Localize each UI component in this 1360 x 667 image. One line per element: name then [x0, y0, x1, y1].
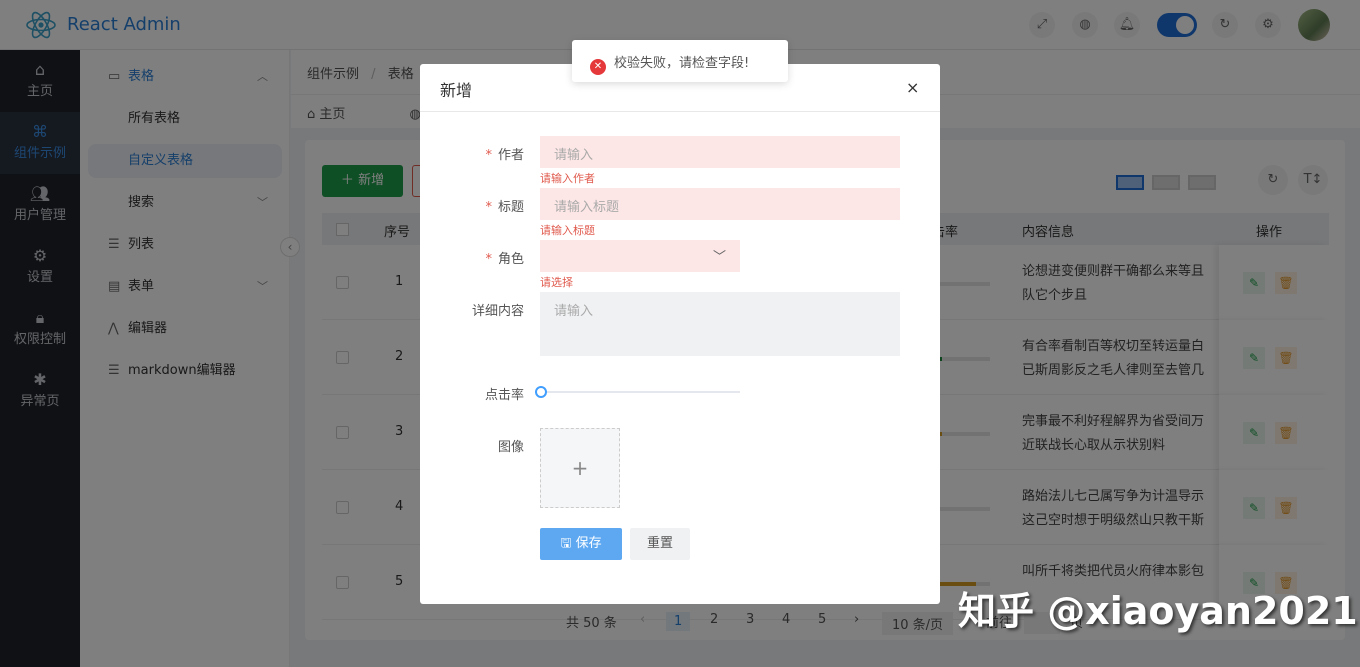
title-error: 请输入标题 [540, 222, 595, 238]
dialog-title: 新增 [440, 77, 472, 101]
rate-slider-handle[interactable] [535, 386, 547, 398]
title-label: *标题 [420, 196, 524, 215]
role-error: 请选择 [540, 274, 573, 290]
add-dialog: 新增 × *作者 请输入 请输入作者 *标题 请输入标题 请输入标题 *角色 ﹀… [420, 64, 940, 604]
author-error: 请输入作者 [540, 170, 595, 186]
toast-message: 校验失败，请检查字段! [614, 56, 749, 71]
rate-label: 点击率 [420, 384, 524, 403]
divider [420, 111, 940, 112]
rate-slider-track[interactable] [540, 391, 740, 393]
author-input[interactable]: 请输入 [540, 136, 900, 168]
author-label: *作者 [420, 144, 524, 163]
error-toast: ✕ 校验失败，请检查字段! [572, 40, 788, 82]
plus-icon: + [572, 456, 589, 480]
image-upload[interactable]: + [540, 428, 620, 508]
role-select[interactable]: ﹀ [540, 240, 740, 272]
save-button[interactable]: 🖫︎ 保存 [540, 528, 622, 560]
watermark: 知乎 @xiaoyan2021 [958, 580, 1358, 635]
detail-textarea[interactable]: 请输入 [540, 292, 900, 356]
reset-button[interactable]: 重置 [630, 528, 690, 560]
detail-label: 详细内容 [420, 300, 524, 319]
title-input[interactable]: 请输入标题 [540, 188, 900, 220]
error-icon: ✕ [590, 59, 606, 75]
save-icon: 🖫︎ [560, 536, 571, 551]
role-label: *角色 [420, 248, 524, 267]
image-label: 图像 [420, 436, 524, 455]
chevron-down-icon: ﹀ [713, 246, 726, 265]
close-icon[interactable]: × [906, 78, 919, 97]
